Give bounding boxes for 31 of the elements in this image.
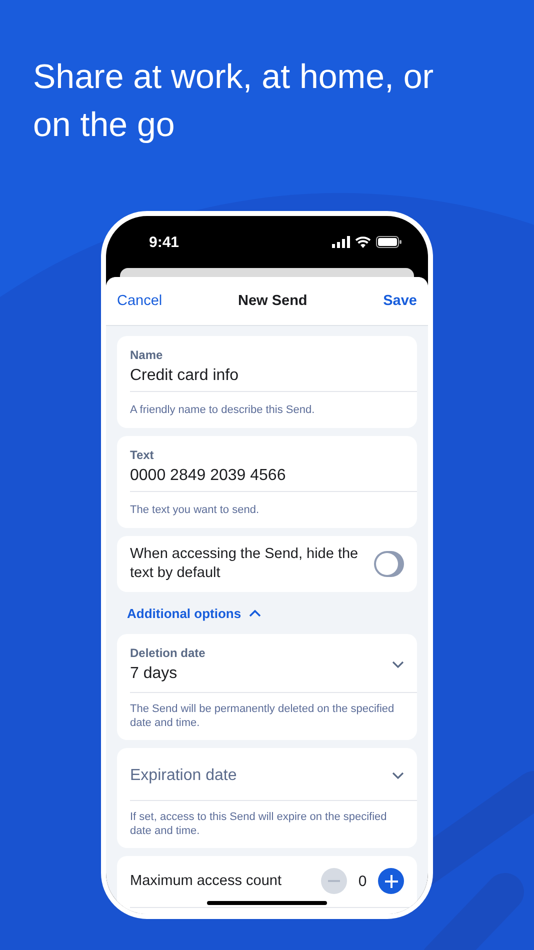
field-label: Name [130,347,164,363]
chevron-down-icon [392,772,404,780]
toggle-switch[interactable] [374,551,404,577]
status-time: 9:41 [149,234,180,250]
battery-icon [376,236,402,248]
chevron-down-icon [392,660,404,668]
screen-title: New Send [238,293,308,309]
hint-text: If set, access to this Send will expire on the specified date and time. [130,800,417,848]
input-field[interactable]: 0000 2849 2039 4566 [130,463,404,491]
signal-icon [332,236,350,248]
counter-value: 0 [357,872,368,890]
increment-button[interactable] [378,868,404,894]
additional-options-toggle[interactable]: Additional options [117,600,262,626]
toggle-label: When accessing the Send, hide the text by default [130,545,360,583]
cancel-button[interactable]: Cancel [117,293,162,309]
field-label: Text [130,447,155,463]
select-value: 7 days [130,664,178,684]
headline: Share at work, at home, or on the go [32,57,435,146]
select-field[interactable]: Expiration date [117,748,417,800]
wifi-icon [355,236,371,248]
plus-icon [384,874,398,888]
select-placeholder: Expiration date [130,766,237,786]
input-field[interactable]: Credit card info [130,363,404,391]
field-label: Deletion date [130,645,206,661]
hint-text: A friendly name to describe this Send. [130,391,417,428]
hint-text: The Send will be permanently deleted on the specified date and time. [130,692,417,740]
save-button[interactable]: Save [383,293,417,309]
select-field[interactable]: Deletion date 7 days [117,634,417,692]
hint-text: The text you want to send. [130,491,417,528]
minus-icon [328,880,340,882]
counter-label: Maximum access count [130,873,282,889]
